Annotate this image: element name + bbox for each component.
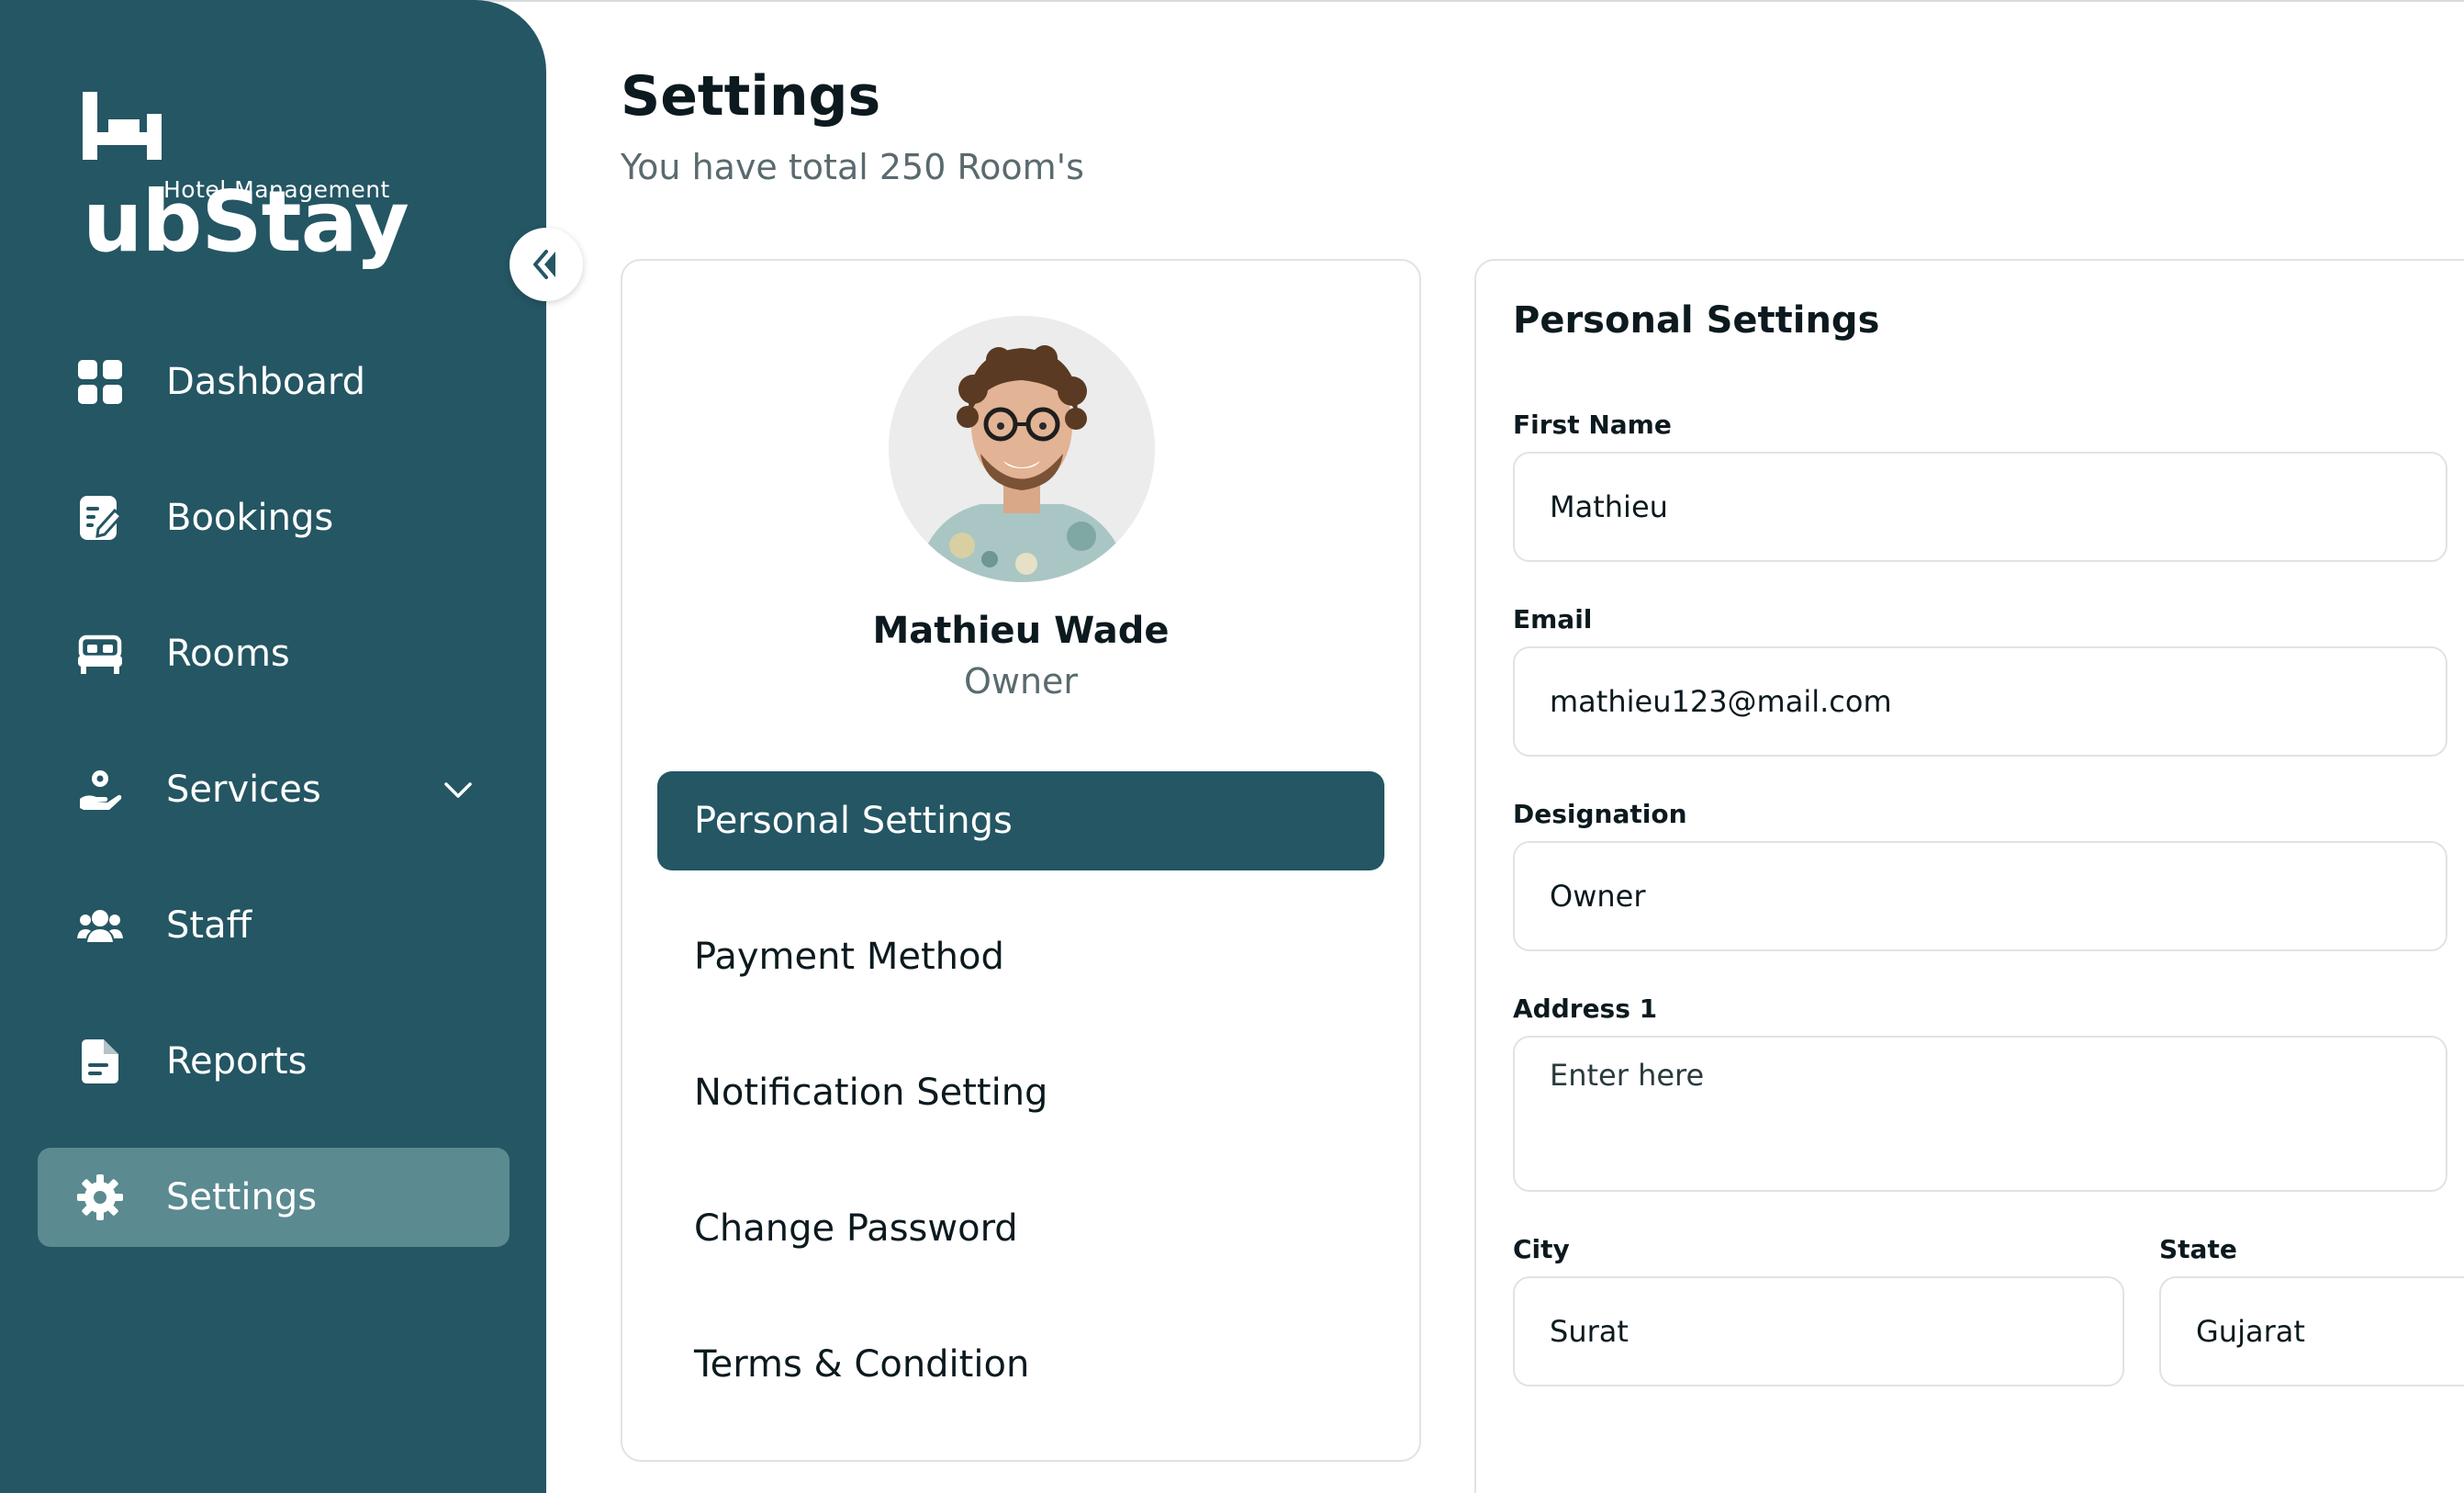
sidebar-item-label: Rooms	[166, 633, 290, 675]
state-field[interactable]: Gujarat	[2159, 1276, 2464, 1386]
city-label: City	[1513, 1234, 1570, 1264]
address-textarea[interactable]: Enter here	[1513, 1036, 2447, 1192]
grid-icon	[78, 360, 122, 404]
logo-tagline: Hotel Management	[163, 176, 390, 203]
sidebar-item-label: Dashboard	[166, 361, 366, 403]
email-field[interactable]: mathieu123@mail.com	[1513, 646, 2447, 757]
email-label: Email	[1513, 604, 1593, 634]
state-label: State	[2159, 1234, 2237, 1264]
profile-role: Owner	[963, 661, 1079, 702]
double-chevron-left-icon	[533, 250, 555, 279]
first-name-label: First Name	[1513, 410, 1672, 440]
logo-wordmark: ubStay	[83, 84, 468, 268]
profile-name: Mathieu Wade	[872, 610, 1170, 652]
sidebar-item-reports[interactable]: Reports	[38, 1012, 510, 1111]
first-name-field[interactable]: Mathieu	[1513, 452, 2447, 562]
form-title: Personal Settings	[1513, 299, 1880, 342]
sidebar-item-label: Staff	[166, 904, 252, 947]
page-title: Settings	[621, 64, 881, 129]
designation-field[interactable]: Owner	[1513, 841, 2447, 951]
sidebar-item-label: Settings	[166, 1176, 318, 1218]
address-label: Address 1	[1513, 993, 1658, 1024]
sidebar: ubStay Hotel Management Dashboard Bookin…	[0, 0, 546, 1493]
menu-notification-setting[interactable]: Notification Setting	[657, 1043, 1384, 1142]
profile-card: Mathieu Wade Owner Personal Settings Pay…	[621, 259, 1421, 1462]
page-subtitle: You have total 250 Room's	[621, 147, 1084, 187]
service-hand-icon	[80, 770, 122, 810]
avatar[interactable]	[889, 316, 1155, 582]
document-icon	[82, 1039, 118, 1083]
sidebar-item-bookings[interactable]: Bookings	[38, 468, 510, 567]
edit-note-icon	[80, 496, 124, 540]
sidebar-item-label: Services	[166, 769, 321, 811]
sidebar-item-staff[interactable]: Staff	[38, 876, 510, 975]
collapse-sidebar-button[interactable]	[510, 228, 583, 301]
menu-personal-settings[interactable]: Personal Settings	[657, 771, 1384, 870]
sidebar-item-dashboard[interactable]: Dashboard	[38, 332, 510, 432]
sidebar-item-rooms[interactable]: Rooms	[38, 604, 510, 703]
gear-icon	[77, 1174, 123, 1220]
city-field[interactable]: Surat	[1513, 1276, 2124, 1386]
sidebar-item-services[interactable]: Services	[38, 740, 510, 839]
profile-photo	[889, 316, 1155, 582]
sidebar-item-label: Reports	[166, 1040, 308, 1083]
brand-logo[interactable]: ubStay Hotel Management	[83, 84, 468, 268]
sidebar-item-label: Bookings	[166, 497, 334, 539]
personal-settings-form: Personal Settings First Name Mathieu Ema…	[1474, 259, 2464, 1493]
team-icon	[77, 910, 123, 942]
chevron-down-icon[interactable]	[442, 773, 475, 806]
menu-payment-method[interactable]: Payment Method	[657, 907, 1384, 1006]
designation-label: Designation	[1513, 799, 1687, 829]
sidebar-item-settings[interactable]: Settings	[38, 1148, 510, 1247]
menu-terms-condition[interactable]: Terms & Condition	[657, 1315, 1384, 1414]
logo-bed-icon	[83, 92, 162, 169]
menu-change-password[interactable]: Change Password	[657, 1179, 1384, 1278]
bed-icon	[78, 634, 122, 674]
